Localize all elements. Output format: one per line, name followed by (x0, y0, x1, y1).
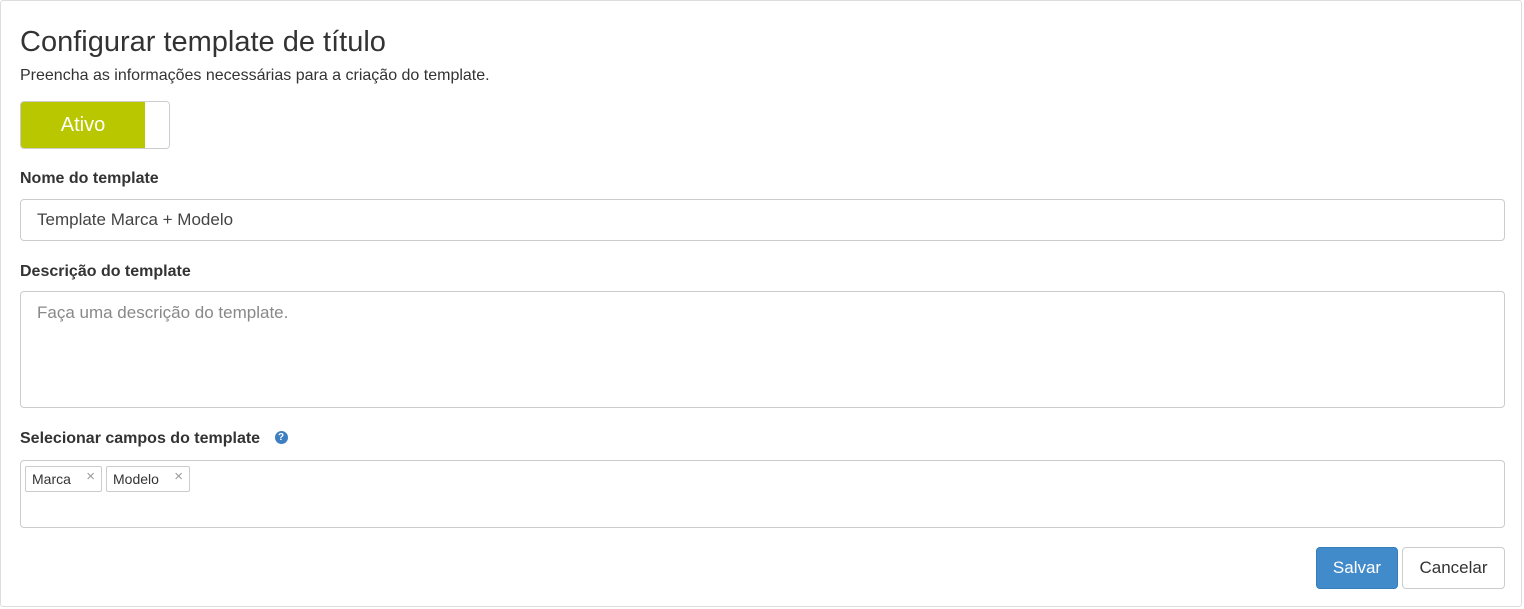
toggle-handle[interactable] (145, 102, 169, 148)
page-title: Configurar template de título (20, 26, 386, 58)
selected-field-tag: Marca × (25, 466, 102, 492)
save-button[interactable]: Salvar (1316, 547, 1398, 589)
template-fields-label: Selecionar campos do template (20, 430, 261, 447)
template-description-label: Descrição do template (20, 263, 191, 280)
template-name-input[interactable] (20, 199, 1505, 241)
selected-field-tag: Modelo × (106, 466, 190, 492)
question-circle-icon[interactable]: ? (274, 430, 288, 444)
tag-label: Modelo (113, 471, 159, 487)
template-fields-label-row: Selecionar campos do template ? (20, 429, 288, 449)
template-name-label: Nome do template (20, 170, 159, 187)
tag-label: Marca (32, 471, 71, 487)
page-subtitle: Preencha as informações necessárias para… (20, 67, 490, 84)
cancel-button[interactable]: Cancelar (1402, 547, 1505, 589)
template-fields-multiselect[interactable]: Marca × Modelo × (20, 460, 1505, 528)
remove-tag-icon[interactable]: × (86, 467, 95, 487)
status-toggle[interactable]: Ativo (20, 101, 170, 149)
toggle-on-label: Ativo (21, 102, 145, 148)
template-description-textarea[interactable] (20, 291, 1505, 408)
remove-tag-icon[interactable]: × (174, 467, 183, 487)
template-config-panel: Configurar template de título Preencha a… (0, 0, 1522, 607)
